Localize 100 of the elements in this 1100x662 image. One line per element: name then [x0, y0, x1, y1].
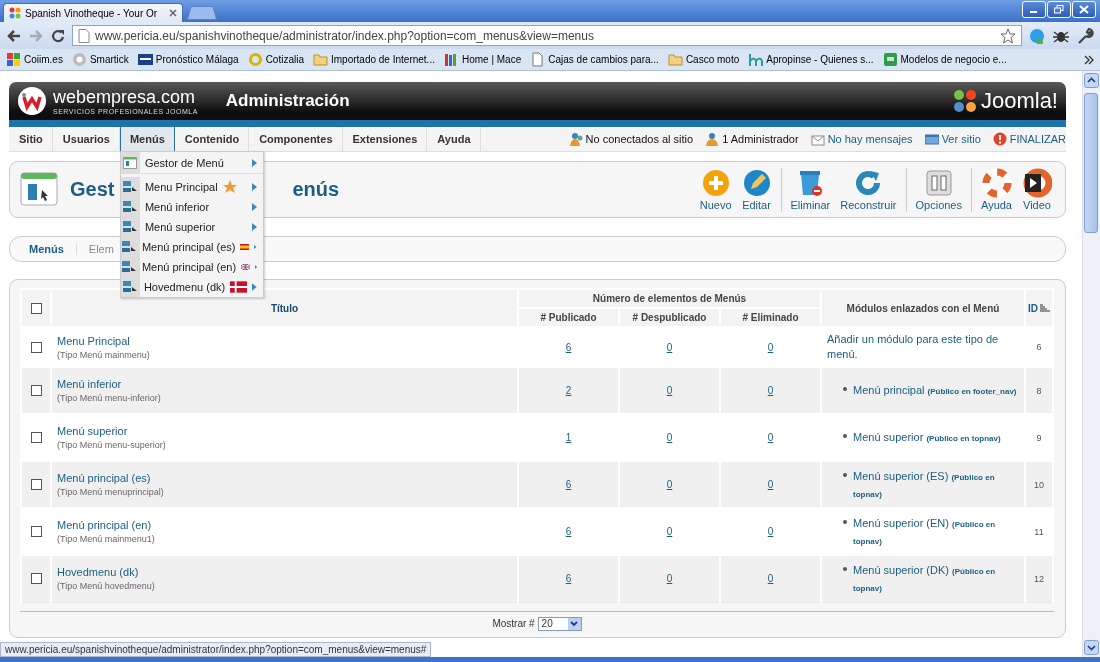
bookmark-item[interactable]: Apropinse - Quienes s... [748, 52, 874, 67]
row-checkbox[interactable] [30, 341, 42, 353]
row-checkbox[interactable] [30, 526, 42, 537]
scroll-up-icon[interactable] [1084, 73, 1099, 88]
folder-icon [313, 52, 328, 67]
site-icon [71, 52, 87, 67]
row-checkbox[interactable] [30, 432, 42, 443]
menu-manager-icon [20, 171, 58, 208]
toolbar-button[interactable]: Video [1017, 165, 1057, 214]
tab[interactable]: Menús [29, 243, 77, 255]
scroll-thumb[interactable] [1084, 93, 1098, 233]
logo-icon [951, 88, 978, 114]
bookmark-item[interactable]: Home | Mace [443, 52, 522, 67]
menu-item[interactable]: Extensiones [342, 127, 428, 151]
site-icon [247, 52, 263, 67]
page-size-select[interactable]: 20 [537, 616, 582, 631]
menu-title-link[interactable]: Menú superior [57, 425, 512, 437]
caret-icon [251, 158, 257, 167]
toolbar-button[interactable]: Ayuda [976, 165, 1017, 214]
bookmark-item[interactable]: Smartick [71, 52, 129, 67]
lifebuoy-icon [981, 168, 1012, 198]
bullet-dot [843, 434, 847, 439]
star-icon[interactable] [1000, 27, 1016, 44]
page-header-title: Administración [225, 91, 350, 111]
menu-type-text: (Tipo Menú menuprincipal) [57, 487, 165, 497]
bookmark-item[interactable]: Cotizalia [247, 52, 304, 67]
menu-item[interactable]: Componentes [249, 127, 343, 151]
site-icon [882, 52, 898, 67]
site-icon [137, 52, 153, 67]
row-checkbox[interactable] [30, 573, 42, 585]
toolbar-button[interactable]: Editar [736, 165, 777, 214]
page-title: enús [292, 178, 340, 201]
bullet-dot [843, 387, 847, 392]
row-checkbox[interactable] [30, 479, 42, 490]
caret-icon [570, 620, 579, 627]
caret-icon [251, 203, 257, 211]
caret-icon [252, 283, 257, 291]
menu-item[interactable]: Ayuda [427, 127, 481, 151]
toolbar-button[interactable]: Eliminar [785, 165, 836, 214]
close-button[interactable] [1072, 1, 1096, 18]
site-icon [6, 52, 21, 67]
bookmark-item[interactable]: Casco moto [667, 52, 740, 67]
close-icon[interactable] [169, 9, 177, 17]
caret-icon [251, 223, 257, 231]
status-item[interactable]: No hay mensajes [810, 132, 913, 146]
logo-icon [17, 86, 47, 116]
status-item[interactable]: Ver sitio [924, 132, 981, 146]
chevron-icon[interactable] [1084, 54, 1094, 65]
toolbar-button[interactable]: Nuevo [694, 165, 737, 214]
toolbar-button[interactable]: Reconstruir [835, 165, 902, 214]
maximize-button[interactable] [1047, 1, 1071, 18]
menu-type-text: (Tipo Menú menu-inferior) [57, 393, 162, 403]
status-item: No conectados al sitio [568, 132, 694, 146]
page-size-label: Mostrar # [492, 618, 535, 629]
film-icon [1022, 168, 1052, 198]
menu-icon [122, 200, 139, 214]
bookmark-item[interactable]: Pronóstico Málaga [137, 52, 239, 67]
bookmark-item[interactable]: Coiim.es [6, 52, 63, 67]
status-item: 1 Administrador [705, 132, 799, 146]
browser-tab[interactable]: Spanish Vinotheque - Your Or [3, 3, 183, 22]
menu-icon [121, 280, 138, 294]
scroll-down-icon[interactable] [1084, 640, 1099, 655]
sort-icon [1040, 303, 1050, 313]
menu-item[interactable]: Usuarios [52, 127, 120, 151]
menu-title-link[interactable]: Menú principal (en) [57, 519, 512, 531]
address-bar[interactable]: www.pericia.eu/spanishvinotheque/administrator/index.php?option=com_menus&view=menus [72, 25, 1022, 46]
brand-name: webempresa.com [53, 87, 197, 106]
menu-item[interactable]: Sitio [9, 127, 53, 151]
caret-icon [254, 243, 257, 251]
menu-item[interactable]: Contenido [174, 127, 250, 151]
status-item[interactable]: FINALIZAR [992, 132, 1066, 146]
bookmark-item[interactable]: Modelos de negocio e... [882, 52, 1007, 67]
user-icon [705, 132, 720, 146]
minimize-button[interactable] [1022, 1, 1046, 18]
flag-icon [230, 281, 248, 293]
menu-manager-icon [123, 156, 138, 169]
page-title: Gest [70, 178, 115, 201]
menu-title-link[interactable]: Menú principal (es) [57, 472, 512, 484]
menu-title-link[interactable]: Menu Principal [57, 334, 512, 347]
row-checkbox[interactable] [30, 385, 42, 396]
bullet-dot [843, 473, 847, 477]
window-icon [924, 132, 939, 146]
wrench-icon[interactable] [1076, 26, 1094, 45]
id-text: 9 [1035, 432, 1043, 443]
options-icon [923, 168, 954, 198]
site-icon [9, 7, 21, 19]
menu-title-link[interactable]: Menú inferior [57, 378, 512, 390]
reload-button[interactable] [50, 27, 66, 44]
bookmark-item[interactable]: Importado de Internet... [313, 52, 435, 67]
menu-title-link[interactable]: Hovedmenu (dk) [57, 566, 512, 579]
menu-icon [122, 180, 139, 194]
column-header: Módulos enlazados con el Menú [821, 289, 1025, 327]
back-button[interactable] [6, 27, 22, 44]
pencil-icon [741, 168, 772, 198]
menu-type-text: (Tipo Menú mainmenu1) [57, 534, 156, 544]
id-text: 10 [1033, 479, 1045, 490]
menu-icon [122, 220, 139, 234]
bookmark-item[interactable]: Cajas de cambios para... [530, 52, 659, 67]
select-all-checkbox[interactable] [30, 302, 42, 314]
toolbar-button[interactable]: Opciones [910, 165, 967, 214]
